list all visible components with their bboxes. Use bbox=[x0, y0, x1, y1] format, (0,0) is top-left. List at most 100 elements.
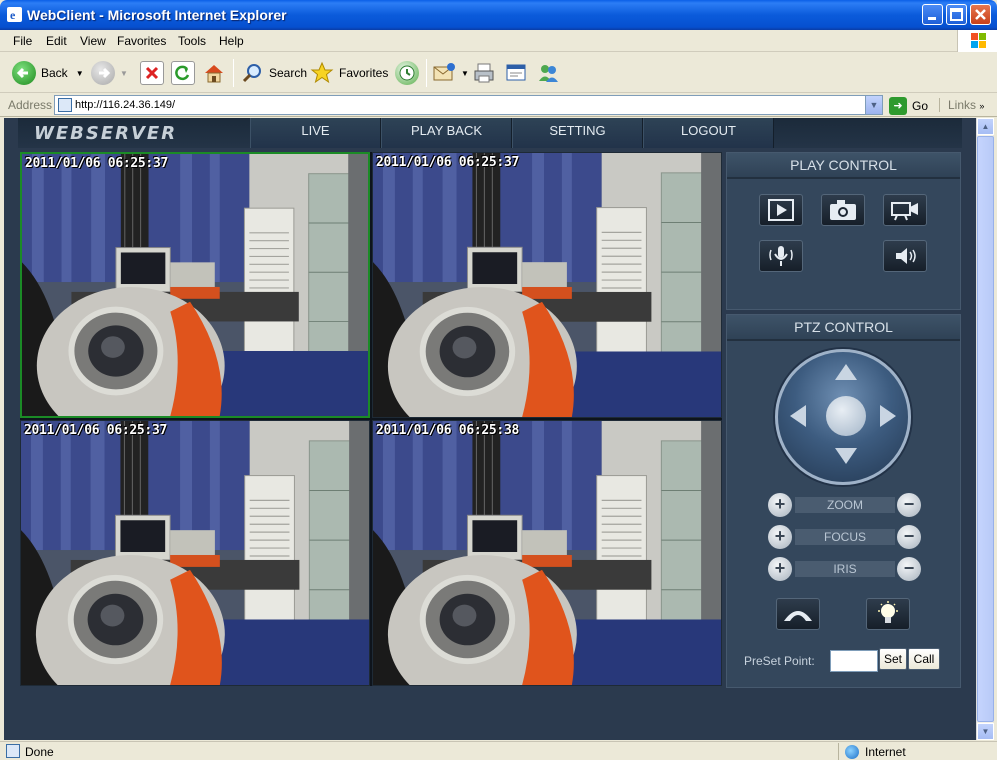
scroll-down-icon[interactable]: ▼ bbox=[977, 723, 994, 740]
menu-view[interactable]: View bbox=[80, 34, 106, 48]
play-icon bbox=[768, 199, 794, 221]
camera-timestamp: 2011/01/06 06:25:38 bbox=[376, 423, 520, 438]
close-button[interactable] bbox=[970, 4, 991, 25]
windows-logo-icon bbox=[957, 30, 997, 52]
iris-open-button[interactable]: + bbox=[768, 557, 792, 581]
light-button[interactable] bbox=[866, 598, 910, 630]
camera-view-1[interactable]: 2011/01/06 06:25:37 bbox=[20, 152, 370, 418]
refresh-button[interactable] bbox=[171, 59, 200, 87]
home-icon bbox=[202, 61, 226, 85]
menu-edit[interactable]: Edit bbox=[46, 34, 67, 48]
focus-in-button[interactable]: + bbox=[768, 525, 792, 549]
window-title: WebClient - Microsoft Internet Explorer bbox=[27, 7, 287, 23]
camera-timestamp: 2011/01/06 06:25:37 bbox=[24, 423, 168, 438]
nav-playback[interactable]: PLAY BACK bbox=[381, 118, 512, 148]
status-bar: Done Internet bbox=[0, 741, 997, 760]
stop-icon bbox=[140, 61, 164, 85]
play-control-title: PLAY CONTROL bbox=[727, 153, 960, 179]
nav-setting[interactable]: SETTING bbox=[512, 118, 643, 148]
page-done-icon bbox=[6, 744, 20, 758]
menu-bar: File Edit View Favorites Tools Help bbox=[0, 30, 997, 52]
zoom-label: ZOOM bbox=[795, 497, 895, 513]
edit-page-icon bbox=[504, 61, 528, 85]
ptz-home-button[interactable] bbox=[826, 396, 866, 436]
iris-label: IRIS bbox=[795, 561, 895, 577]
focus-label: FOCUS bbox=[795, 529, 895, 545]
favorites-button[interactable]: Favorites bbox=[310, 59, 388, 87]
toolbar-separator bbox=[426, 59, 427, 87]
ptz-direction-pad[interactable] bbox=[775, 349, 911, 485]
minimize-button[interactable] bbox=[922, 4, 943, 25]
vertical-scrollbar[interactable]: ▲ ▼ bbox=[976, 118, 994, 740]
pan-left-icon[interactable] bbox=[790, 405, 806, 427]
play-button[interactable] bbox=[759, 194, 803, 226]
refresh-icon bbox=[171, 61, 195, 85]
globe-icon bbox=[845, 744, 859, 759]
record-button[interactable] bbox=[883, 194, 927, 226]
forward-button[interactable]: ▼ bbox=[91, 59, 128, 87]
forward-dropdown-icon[interactable]: ▼ bbox=[120, 69, 128, 78]
page-icon bbox=[58, 98, 72, 112]
scroll-thumb[interactable] bbox=[977, 136, 994, 722]
back-arrow-icon bbox=[12, 61, 36, 85]
audio-button[interactable] bbox=[883, 240, 927, 272]
back-dropdown-icon[interactable]: ▼ bbox=[76, 69, 84, 78]
menu-favorites[interactable]: Favorites bbox=[117, 34, 166, 48]
iris-close-button[interactable]: − bbox=[897, 557, 921, 581]
scroll-up-icon[interactable]: ▲ bbox=[977, 118, 994, 135]
pan-right-icon[interactable] bbox=[880, 405, 896, 427]
camera-view-4[interactable]: 2011/01/06 06:25:38 bbox=[372, 420, 722, 686]
address-dropdown-icon[interactable]: ▼ bbox=[865, 96, 882, 114]
iris-control: + IRIS − bbox=[768, 557, 922, 581]
preset-set-button[interactable]: Set bbox=[879, 648, 907, 670]
nav-live[interactable]: LIVE bbox=[250, 118, 381, 148]
pan-down-icon[interactable] bbox=[835, 448, 857, 464]
address-input[interactable]: http://116.24.36.149/ ▼ bbox=[54, 95, 883, 115]
back-button[interactable]: Back ▼ bbox=[12, 59, 84, 87]
go-button[interactable]: ➜ Go bbox=[889, 96, 928, 115]
video-camera-icon bbox=[891, 202, 918, 221]
home-button[interactable] bbox=[202, 59, 231, 87]
camera-view-2[interactable]: 2011/01/06 06:25:37 bbox=[372, 152, 722, 418]
mail-button[interactable]: ▼ bbox=[432, 59, 469, 87]
preset-input[interactable] bbox=[830, 650, 878, 672]
history-button[interactable] bbox=[395, 59, 424, 87]
zone-label: Internet bbox=[865, 744, 906, 759]
menu-help[interactable]: Help bbox=[219, 34, 244, 48]
messenger-icon bbox=[536, 61, 560, 85]
menu-file[interactable]: File bbox=[13, 34, 32, 48]
camera-view-3[interactable]: 2011/01/06 06:25:37 bbox=[20, 420, 370, 686]
security-zone: Internet bbox=[838, 743, 906, 760]
go-arrow-icon: ➜ bbox=[889, 96, 907, 115]
ie-icon: e bbox=[6, 6, 23, 23]
camera-scene bbox=[373, 421, 721, 685]
search-button[interactable]: Search bbox=[240, 59, 307, 87]
zoom-out-button[interactable]: − bbox=[897, 493, 921, 517]
address-label: Address bbox=[8, 98, 53, 112]
stop-button[interactable] bbox=[140, 59, 169, 87]
zoom-control: + ZOOM − bbox=[768, 493, 922, 517]
mail-dropdown-icon[interactable]: ▼ bbox=[461, 69, 469, 78]
edit-button[interactable] bbox=[504, 59, 533, 87]
links-button[interactable]: Links » bbox=[939, 98, 984, 112]
page-content: WEBSERVER LIVE PLAY BACK SETTING LOGOUT bbox=[4, 118, 976, 740]
print-button[interactable] bbox=[472, 59, 501, 87]
talk-button[interactable] bbox=[759, 240, 803, 272]
svg-text:e: e bbox=[10, 8, 16, 22]
address-bar: Address http://116.24.36.149/ ▼ ➜ Go Lin… bbox=[0, 94, 997, 117]
nav-logout[interactable]: LOGOUT bbox=[643, 118, 774, 148]
preset-call-button[interactable]: Call bbox=[908, 648, 940, 670]
camera-icon bbox=[830, 200, 856, 220]
snapshot-button[interactable] bbox=[821, 194, 865, 226]
zoom-in-button[interactable]: + bbox=[768, 493, 792, 517]
focus-out-button[interactable]: − bbox=[897, 525, 921, 549]
menu-tools[interactable]: Tools bbox=[178, 34, 206, 48]
pan-up-icon[interactable] bbox=[835, 364, 857, 380]
window-titlebar: e WebClient - Microsoft Internet Explore… bbox=[0, 0, 997, 30]
messenger-button[interactable] bbox=[536, 59, 565, 87]
wiper-button[interactable] bbox=[776, 598, 820, 630]
go-label: Go bbox=[912, 98, 929, 113]
maximize-button[interactable] bbox=[946, 4, 967, 25]
preset-label: PreSet Point: bbox=[744, 654, 815, 668]
address-url[interactable]: http://116.24.36.149/ bbox=[75, 99, 175, 111]
